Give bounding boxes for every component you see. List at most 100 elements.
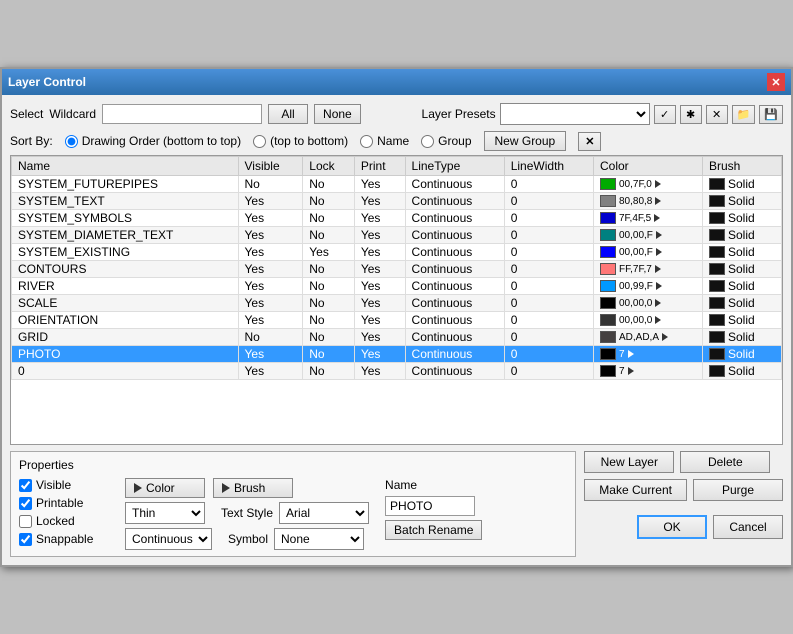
name-label: Name bbox=[385, 478, 482, 492]
cell-linetype: Continuous bbox=[405, 227, 504, 244]
cell-print: Yes bbox=[354, 363, 405, 380]
col-linetype: LineType bbox=[405, 157, 504, 176]
presets-star-button[interactable]: ✱ bbox=[680, 105, 702, 124]
cell-print: Yes bbox=[354, 346, 405, 363]
color-icon bbox=[134, 483, 142, 493]
cell-name: RIVER bbox=[12, 278, 239, 295]
cell-brush: Solid bbox=[702, 193, 781, 210]
cell-brush: Solid bbox=[702, 346, 781, 363]
line-type-select[interactable]: Continuous bbox=[125, 528, 212, 550]
cell-color: 7 bbox=[594, 346, 703, 363]
layer-presets-area: Layer Presets ✓ ✱ ✕ 📁 💾 bbox=[422, 103, 783, 125]
cell-brush: Solid bbox=[702, 312, 781, 329]
cell-lock: No bbox=[303, 346, 355, 363]
batch-rename-button[interactable]: Batch Rename bbox=[385, 520, 482, 540]
cell-name: SYSTEM_SYMBOLS bbox=[12, 210, 239, 227]
none-button[interactable]: None bbox=[314, 104, 361, 124]
cell-print: Yes bbox=[354, 261, 405, 278]
cell-print: Yes bbox=[354, 176, 405, 193]
presets-folder-button[interactable]: 📁 bbox=[732, 105, 756, 124]
sort-drawing-radio[interactable] bbox=[65, 135, 78, 148]
cell-lock: No bbox=[303, 261, 355, 278]
sort-topbottom-radio[interactable] bbox=[253, 135, 266, 148]
make-current-button[interactable]: Make Current bbox=[584, 479, 687, 501]
cell-lock: No bbox=[303, 363, 355, 380]
new-layer-button[interactable]: New Layer bbox=[584, 451, 674, 473]
cell-name: ORIENTATION bbox=[12, 312, 239, 329]
new-group-button[interactable]: New Group bbox=[484, 131, 567, 151]
cell-name: SYSTEM_DIAMETER_TEXT bbox=[12, 227, 239, 244]
table-row[interactable]: SYSTEM_DIAMETER_TEXT Yes No Yes Continuo… bbox=[12, 227, 782, 244]
presets-save-button[interactable]: 💾 bbox=[759, 105, 783, 124]
brush-button[interactable]: Brush bbox=[213, 478, 293, 498]
right-buttons: New Layer Delete Make Current Purge OK C… bbox=[584, 451, 783, 539]
sort-top-bottom[interactable]: (top to bottom) bbox=[253, 134, 348, 148]
cell-linewidth: 0 bbox=[504, 210, 593, 227]
cell-brush: Solid bbox=[702, 176, 781, 193]
cell-linewidth: 0 bbox=[504, 295, 593, 312]
presets-x-button[interactable]: ✕ bbox=[706, 105, 728, 124]
cell-name: CONTOURS bbox=[12, 261, 239, 278]
sort-name[interactable]: Name bbox=[360, 134, 409, 148]
presets-check-button[interactable]: ✓ bbox=[654, 105, 676, 124]
wildcard-input[interactable] bbox=[102, 104, 262, 124]
cell-brush: Solid bbox=[702, 329, 781, 346]
locked-checkbox[interactable] bbox=[19, 515, 32, 528]
table-row[interactable]: SYSTEM_FUTUREPIPES No No Yes Continuous … bbox=[12, 176, 782, 193]
sort-topbottom-label: (top to bottom) bbox=[270, 134, 348, 148]
cell-visible: Yes bbox=[238, 227, 303, 244]
layer-presets-select[interactable] bbox=[500, 103, 650, 125]
cell-print: Yes bbox=[354, 295, 405, 312]
cell-color: 7 bbox=[594, 363, 703, 380]
cell-linewidth: 0 bbox=[504, 176, 593, 193]
sort-label: Sort By: bbox=[10, 134, 53, 148]
cell-lock: No bbox=[303, 210, 355, 227]
table-row[interactable]: GRID No No Yes Continuous 0 AD,AD,A Soli… bbox=[12, 329, 782, 346]
table-row[interactable]: 0 Yes No Yes Continuous 0 7 Solid bbox=[12, 363, 782, 380]
layers-table-container[interactable]: Name Visible Lock Print LineType LineWid… bbox=[10, 155, 783, 445]
sort-section: Sort By: Drawing Order (bottom to top) (… bbox=[10, 131, 783, 151]
line-width-select[interactable]: Thin bbox=[125, 502, 205, 524]
cell-lock: No bbox=[303, 329, 355, 346]
ok-button[interactable]: OK bbox=[637, 515, 707, 539]
color-brush-section: Color Brush Thin Te bbox=[125, 478, 369, 550]
clear-group-button[interactable]: ✕ bbox=[578, 132, 601, 151]
table-row[interactable]: SYSTEM_TEXT Yes No Yes Continuous 0 80,8… bbox=[12, 193, 782, 210]
color-button[interactable]: Color bbox=[125, 478, 205, 498]
cell-print: Yes bbox=[354, 312, 405, 329]
symbol-select[interactable]: None bbox=[274, 528, 364, 550]
name-input[interactable] bbox=[385, 496, 475, 516]
all-button[interactable]: All bbox=[268, 104, 308, 124]
sort-name-radio[interactable] bbox=[360, 135, 373, 148]
cell-linetype: Continuous bbox=[405, 176, 504, 193]
table-row[interactable]: SYSTEM_SYMBOLS Yes No Yes Continuous 0 7… bbox=[12, 210, 782, 227]
table-row[interactable]: CONTOURS Yes No Yes Continuous 0 FF,7F,7… bbox=[12, 261, 782, 278]
cell-linetype: Continuous bbox=[405, 261, 504, 278]
text-style-select[interactable]: Arial bbox=[279, 502, 369, 524]
purge-button[interactable]: Purge bbox=[693, 479, 783, 501]
table-row[interactable]: RIVER Yes No Yes Continuous 0 00,99,F So… bbox=[12, 278, 782, 295]
cell-name: GRID bbox=[12, 329, 239, 346]
delete-button[interactable]: Delete bbox=[680, 451, 770, 473]
select-label: Select bbox=[10, 107, 43, 121]
printable-label: Printable bbox=[36, 496, 83, 510]
snappable-checkbox[interactable] bbox=[19, 533, 32, 546]
table-row[interactable]: PHOTO Yes No Yes Continuous 0 7 Solid bbox=[12, 346, 782, 363]
printable-checkbox[interactable] bbox=[19, 497, 32, 510]
cancel-button[interactable]: Cancel bbox=[713, 515, 783, 539]
layer-presets-label: Layer Presets bbox=[422, 107, 496, 121]
sort-group-radio[interactable] bbox=[421, 135, 434, 148]
table-row[interactable]: ORIENTATION Yes No Yes Continuous 0 00,0… bbox=[12, 312, 782, 329]
sort-drawing-order[interactable]: Drawing Order (bottom to top) bbox=[65, 134, 241, 148]
cell-color: AD,AD,A bbox=[594, 329, 703, 346]
cell-name: 0 bbox=[12, 363, 239, 380]
cell-brush: Solid bbox=[702, 227, 781, 244]
table-row[interactable]: SYSTEM_EXISTING Yes Yes Yes Continuous 0… bbox=[12, 244, 782, 261]
visible-checkbox[interactable] bbox=[19, 479, 32, 492]
sort-group[interactable]: Group bbox=[421, 134, 471, 148]
close-button[interactable]: ✕ bbox=[767, 73, 785, 91]
cell-color: 00,00,0 bbox=[594, 295, 703, 312]
cell-linewidth: 0 bbox=[504, 193, 593, 210]
table-row[interactable]: SCALE Yes No Yes Continuous 0 00,00,0 So… bbox=[12, 295, 782, 312]
cell-print: Yes bbox=[354, 193, 405, 210]
